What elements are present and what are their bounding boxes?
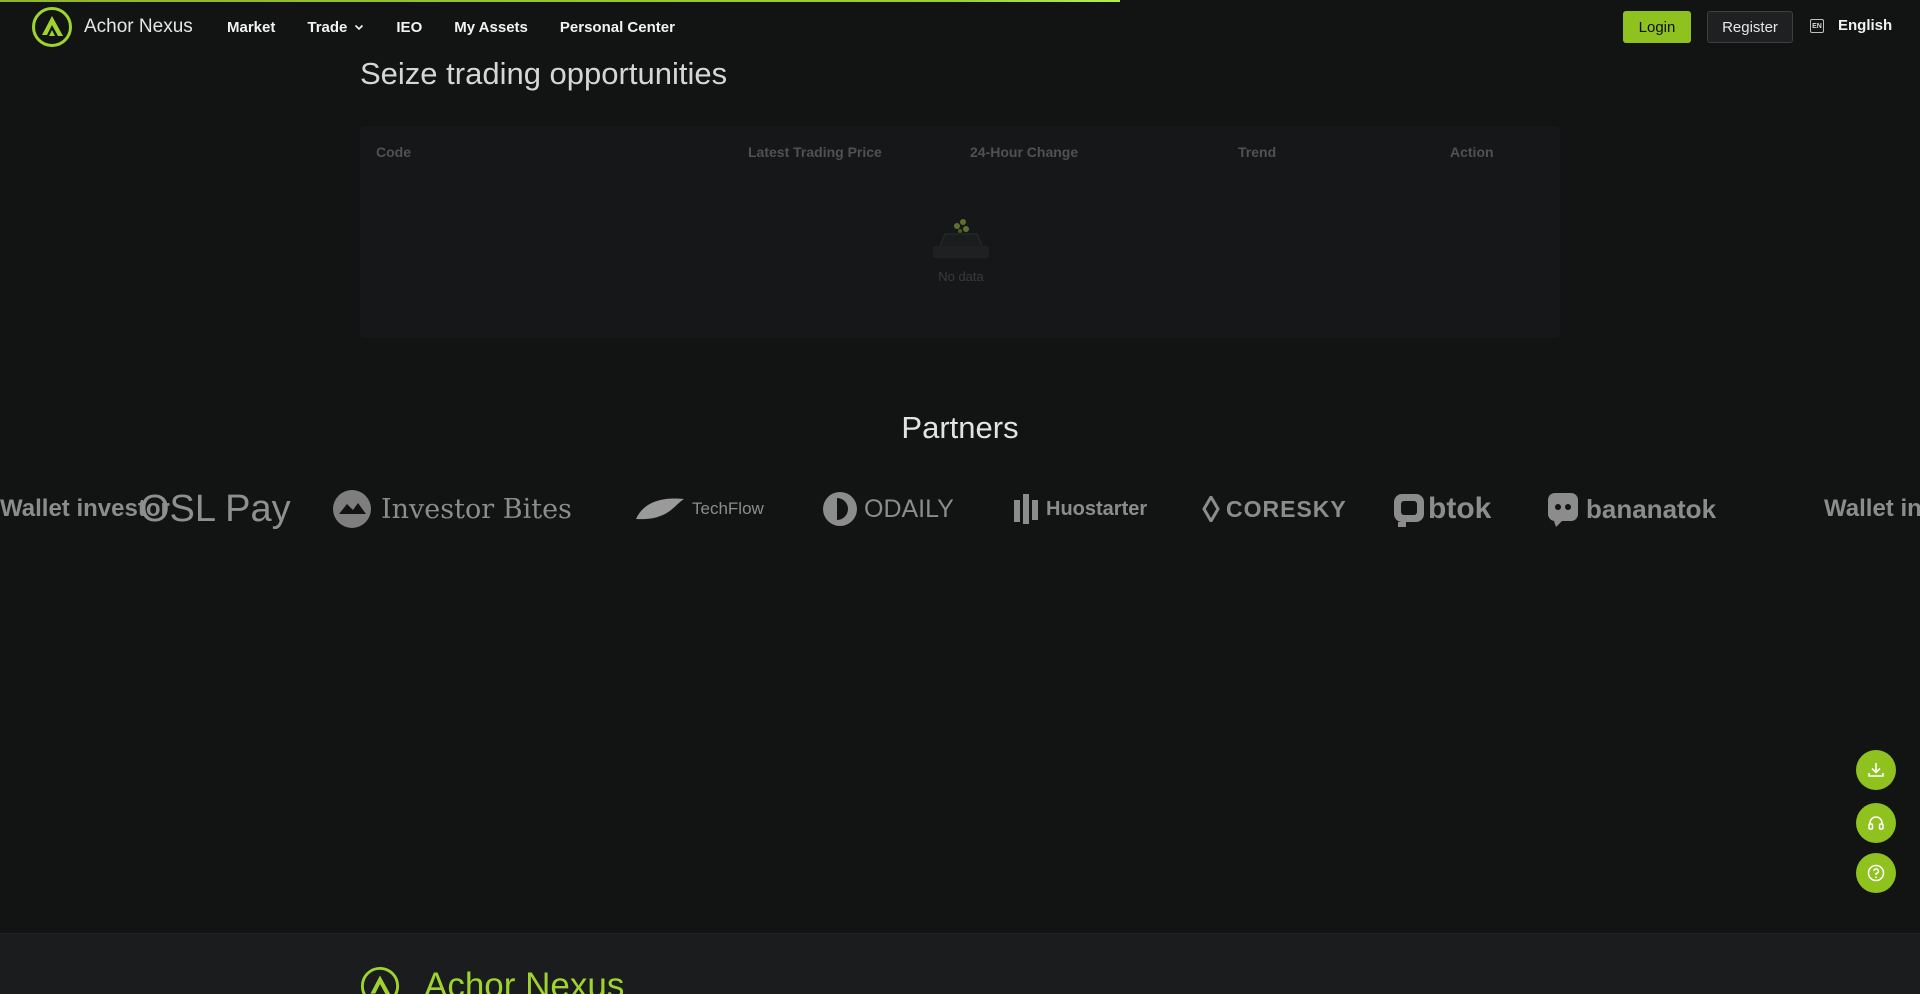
footer-brand: Achor Nexus xyxy=(360,966,624,994)
market-section-title: Seize trading opportunities xyxy=(360,56,728,91)
footer: Achor Nexus xyxy=(0,933,1920,994)
partner-logo[interactable]: ODAILY xyxy=(822,488,954,530)
download-icon xyxy=(1868,763,1884,777)
customer-support-button[interactable] xyxy=(1856,803,1896,843)
empty-state-text: No data xyxy=(938,269,984,284)
partner-name: Investor Bites xyxy=(381,493,572,525)
partner-logo[interactable]: btok xyxy=(1392,488,1491,530)
main-nav: Market Trade IEO My Assets Personal Cent… xyxy=(227,0,707,54)
osl-pay-logo: OSL Pay xyxy=(140,487,291,530)
investor-bites-logo xyxy=(333,490,371,528)
brand-name: Achor Nexus xyxy=(84,16,193,37)
nav-item-label: IEO xyxy=(396,18,423,36)
partner-logo[interactable]: Wallet investor xyxy=(1824,488,1920,530)
techflow-logo xyxy=(636,498,684,520)
partner-logo[interactable]: Investor Bites xyxy=(331,488,572,530)
column-header-action: Action xyxy=(1450,144,1494,160)
partner-name: btok xyxy=(1428,492,1492,525)
wallet-investor-logo: Wallet investor xyxy=(1824,495,1920,523)
brand-logo-icon xyxy=(360,966,400,994)
nav-item-label: My Assets xyxy=(454,18,528,36)
partner-name: Wallet investor xyxy=(1824,495,1920,522)
brand-logo-icon xyxy=(32,7,72,47)
column-header-code: Code xyxy=(376,144,411,160)
language-icon: EN xyxy=(1810,18,1824,33)
language-selector[interactable]: EN English xyxy=(1810,17,1892,34)
page-load-progress-bar xyxy=(0,0,1120,2)
partner-logo[interactable]: Huostarter xyxy=(1012,488,1147,530)
nav-item-label: Trade xyxy=(307,18,348,36)
register-button[interactable]: Register xyxy=(1707,11,1793,43)
column-header-latest-price: Latest Trading Price xyxy=(748,144,882,160)
market-table-header: Code Latest Trading Price 24-Hour Change… xyxy=(360,126,1560,178)
btok-logo xyxy=(1394,494,1424,527)
partner-logo[interactable]: CORESKY xyxy=(1202,488,1347,530)
top-navbar: Achor Nexus Market Trade IEO My Assets P… xyxy=(0,0,1920,54)
nav-item-market[interactable]: Market xyxy=(227,19,275,36)
nav-item-my-assets[interactable]: My Assets xyxy=(454,19,528,36)
huostarter-logo xyxy=(1014,494,1038,524)
bananatok-logo xyxy=(1548,493,1578,527)
partners-section-title: Partners xyxy=(901,410,1019,445)
partner-name: TechFlow xyxy=(692,499,764,518)
nav-item-trade[interactable]: Trade xyxy=(307,19,364,36)
download-app-button[interactable] xyxy=(1856,750,1896,790)
odaily-logo xyxy=(823,492,857,526)
language-label: English xyxy=(1838,17,1893,34)
partner-name: Huostarter xyxy=(1046,497,1148,520)
partner-logo[interactable]: TechFlow xyxy=(634,488,764,530)
column-header-trend: Trend xyxy=(1238,144,1277,160)
nav-item-personal-center[interactable]: Personal Center xyxy=(560,19,675,36)
nav-item-label: Market xyxy=(227,18,276,36)
login-button[interactable]: Login xyxy=(1623,11,1691,43)
empty-state: No data xyxy=(930,216,992,284)
column-header-24h-change: 24-Hour Change xyxy=(970,144,1079,160)
partner-name: ODAILY xyxy=(864,494,954,523)
help-icon xyxy=(1867,864,1885,882)
partner-logo[interactable]: OSL Pay xyxy=(140,488,291,530)
footer-brand-name: Achor Nexus xyxy=(424,966,625,994)
nav-item-label: Personal Center xyxy=(559,18,675,36)
headset-icon xyxy=(1868,816,1884,830)
nav-item-ieo[interactable]: IEO xyxy=(396,19,422,36)
no-data-illustration-icon xyxy=(933,219,989,258)
coresky-logo xyxy=(1202,496,1220,522)
partner-name: CORESKY xyxy=(1226,495,1347,522)
partner-logo[interactable]: bananatok xyxy=(1546,488,1716,530)
partner-name: bananatok xyxy=(1586,493,1717,524)
market-table: Code Latest Trading Price 24-Hour Change… xyxy=(360,126,1560,338)
brand-home-link[interactable]: Achor Nexus xyxy=(31,6,193,48)
chevron-down-icon xyxy=(355,24,364,31)
help-button[interactable] xyxy=(1856,853,1896,893)
